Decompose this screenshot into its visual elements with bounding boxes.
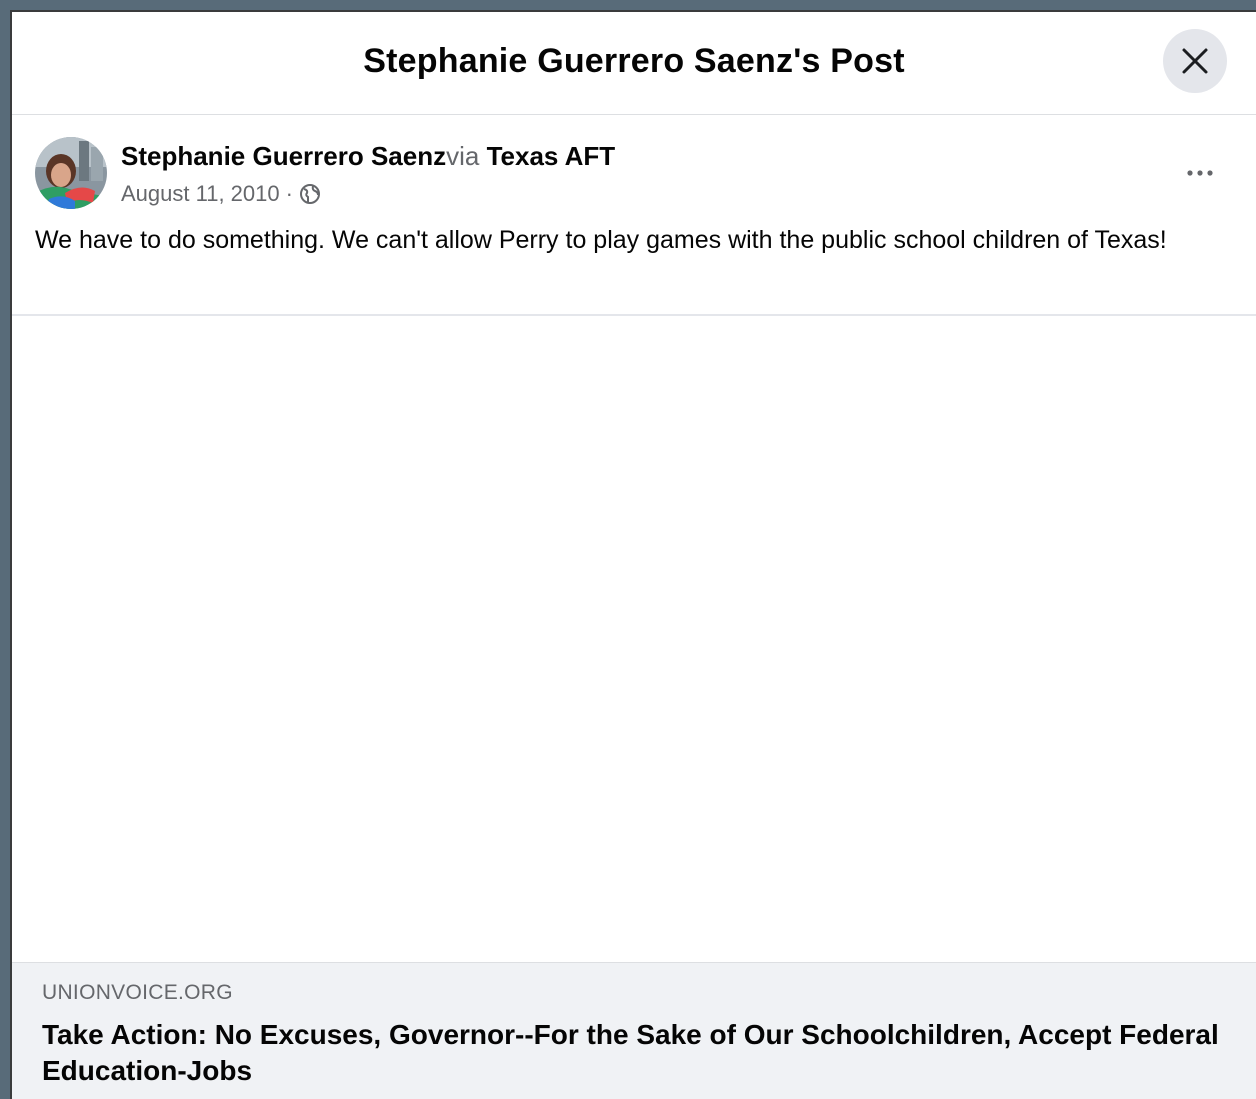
via-label: via [446, 141, 480, 171]
post-message: We have to do something. We can't allow … [35, 226, 1167, 254]
via-page-link[interactable]: Texas AFT [487, 141, 616, 171]
link-domain: UNIONVOICE.ORG [42, 981, 233, 1004]
post-header: Stephanie Guerrero Saenzvia Texas AFT Au… [12, 115, 1256, 210]
dialog-header: Stephanie Guerrero Saenz's Post [12, 12, 1256, 115]
link-preview[interactable]: UNIONVOICE.ORG Take Action: No Excuses, … [12, 962, 1256, 1099]
post-dialog: Stephanie Guerrero Saenz's Post Stephani… [10, 10, 1256, 1099]
dialog-title: Stephanie Guerrero Saenz's Post [363, 42, 905, 80]
profile-photo [35, 137, 107, 209]
avatar[interactable] [35, 137, 107, 209]
shared-link-image[interactable] [12, 316, 1256, 962]
meta-separator: · [285, 181, 293, 206]
globe-icon[interactable] [299, 183, 321, 205]
post-date-link[interactable]: August 11, 2010 [121, 181, 280, 207]
author-name-link[interactable]: Stephanie Guerrero Saenz [121, 141, 446, 171]
link-title: Take Action: No Excuses, Governor--For t… [42, 1019, 1219, 1086]
post-meta: August 11, 2010 · [121, 181, 321, 207]
more-horizontal-icon [1187, 170, 1213, 176]
author-line: Stephanie Guerrero Saenzvia Texas AFT [121, 141, 615, 172]
more-options-button[interactable] [1178, 155, 1222, 191]
close-button[interactable] [1163, 29, 1227, 93]
close-icon [1182, 48, 1208, 74]
